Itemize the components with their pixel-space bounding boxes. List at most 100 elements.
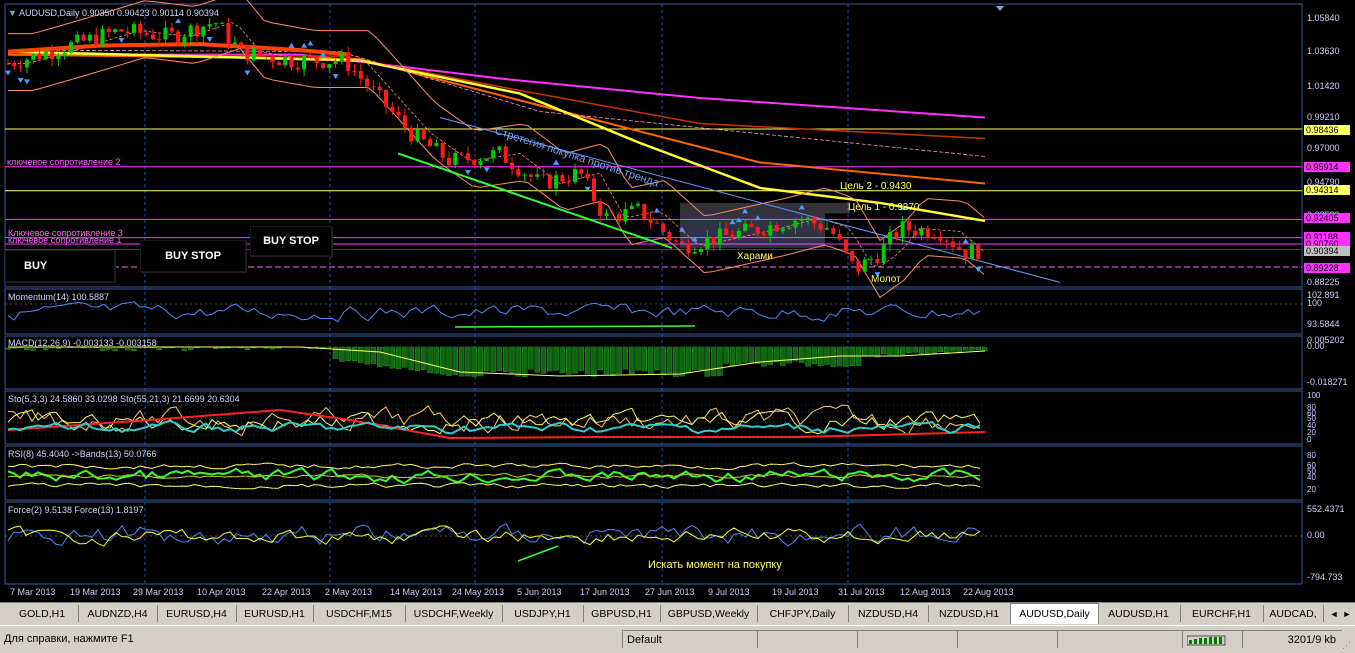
macd-histogram-bar <box>484 347 489 371</box>
candle-bull <box>485 159 489 161</box>
candle-bull <box>920 228 924 235</box>
candle-bear <box>12 64 16 67</box>
stoch-axis-label: 100 <box>1307 391 1321 400</box>
macd-histogram-bar <box>610 347 615 376</box>
candle-bull <box>31 53 35 59</box>
macd-histogram-bar <box>43 348 48 349</box>
chart-title: ▼ AUDUSD,Daily 0.90350 0.90423 0.90114 0… <box>8 8 219 18</box>
candle-bull <box>44 52 48 60</box>
candle-bear <box>353 71 357 72</box>
chart-tab[interactable]: AUDCAD, <box>1263 605 1324 622</box>
tab-scroll-left-icon[interactable]: ◄ <box>1328 607 1340 620</box>
price-axis-label: 0.97000 <box>1307 143 1340 153</box>
candle-bear <box>409 128 413 142</box>
candle-bear <box>308 56 312 57</box>
candle-bull <box>479 161 483 165</box>
macd-histogram-bar <box>963 347 968 350</box>
macd-histogram-bar <box>730 347 735 366</box>
time-axis-label: 22 Apr 2013 <box>262 587 311 597</box>
chart-tab[interactable]: EURUSD,H4 <box>157 605 237 622</box>
candle-bear <box>145 33 149 35</box>
chart-tab[interactable]: AUDNZD,H4 <box>78 605 158 622</box>
time-axis-label: 19 Jul 2013 <box>772 587 819 597</box>
macd-histogram-bar <box>516 347 521 376</box>
candle-bull <box>434 143 438 146</box>
candle-bull <box>768 225 772 235</box>
ma-orange <box>8 55 985 184</box>
macd-histogram-bar <box>106 348 111 349</box>
candle-bear <box>371 86 375 87</box>
price-tag-label: 0.92405 <box>1306 213 1339 223</box>
macd-histogram-bar <box>705 347 710 376</box>
chart-tab[interactable]: NZDUSD,H4 <box>848 605 929 622</box>
candle-bear <box>245 46 249 61</box>
macd-histogram-bar <box>528 347 533 369</box>
chart-tab[interactable]: GBPUSD,Weekly <box>660 605 758 622</box>
buy-stop-button-2[interactable]: BUY STOP <box>250 226 332 256</box>
candle-bear <box>756 227 760 233</box>
candle-bull <box>605 213 609 216</box>
buy-button[interactable]: BUY <box>5 250 115 282</box>
price-axis-label: 0.99210 <box>1307 112 1340 122</box>
macd-histogram-bar <box>869 347 874 356</box>
chart-tab[interactable]: USDCHF,Weekly <box>405 605 503 622</box>
chart-tab[interactable]: NZDUSD,H1 <box>928 605 1011 622</box>
range-box-top <box>680 203 850 213</box>
chart-tab[interactable]: CHFJPY,Daily <box>757 605 849 622</box>
fractal-arrow-icon <box>18 78 24 83</box>
candle-bull <box>636 204 640 206</box>
target-2-annotation: Цель 2 - 0.9430 <box>840 181 911 192</box>
candle-bull <box>705 237 709 249</box>
candle-bear <box>403 115 407 128</box>
chart-tab[interactable]: AUDUSD,Daily <box>1010 603 1099 624</box>
fractal-arrow-icon <box>118 38 124 43</box>
chart-tab[interactable]: EURUSD,H1 <box>236 605 314 622</box>
macd-histogram-bar <box>497 347 502 371</box>
candle-bull <box>302 56 306 69</box>
macd-histogram-bar <box>925 347 930 354</box>
chart-tab[interactable]: GBPUSD,H1 <box>583 605 661 622</box>
collapse-arrow-icon[interactable]: ▼ <box>8 8 17 18</box>
chart-tab[interactable]: GOLD,H1 <box>6 605 79 622</box>
momentum-trendline <box>455 326 695 327</box>
chart-tab[interactable]: AUDUSD,H1 <box>1097 605 1181 622</box>
macd-histogram-bar <box>636 347 641 370</box>
macd-histogram-bar <box>938 347 943 352</box>
macd-histogram-bar <box>421 347 426 370</box>
macd-histogram-bar <box>541 347 546 373</box>
candle-bear <box>126 32 130 33</box>
chart-tab[interactable]: USDCHF,M15 <box>313 605 406 622</box>
chart-canvas[interactable]: 1.058401.036301.014200.992100.970000.947… <box>0 0 1355 602</box>
chart-tab[interactable]: USDJPY,H1 <box>502 605 584 622</box>
candle-bear <box>857 261 861 272</box>
momentum-axis-label: 93.5844 <box>1307 319 1340 329</box>
candle-bear <box>598 201 602 216</box>
macd-histogram-bar <box>692 347 697 370</box>
candle-bull <box>699 249 703 252</box>
macd-histogram-bar <box>969 347 974 350</box>
fractal-arrow-icon <box>207 37 213 42</box>
candle-bear <box>264 55 268 56</box>
candle-bull <box>806 218 810 220</box>
chart-tab[interactable]: EURCHF,H1 <box>1180 605 1264 622</box>
resize-grip-icon[interactable]: ⋰ <box>1342 640 1353 651</box>
candle-bear <box>724 229 728 235</box>
macd-histogram-bar <box>447 347 452 376</box>
candle-bear <box>567 182 571 183</box>
tab-scroll-right-icon[interactable]: ► <box>1341 607 1353 620</box>
candle-bull <box>453 153 457 165</box>
candle-bear <box>838 234 842 239</box>
macd-histogram-bar <box>352 347 357 361</box>
buy-stop-button-1[interactable]: BUY STOP <box>140 240 246 272</box>
candle-bear <box>976 245 980 259</box>
macd-histogram-bar <box>774 347 779 362</box>
status-cell-2 <box>857 630 957 648</box>
candle-bear <box>548 175 552 189</box>
candle-bear <box>315 57 319 63</box>
chart-window[interactable]: 1.058401.036301.014200.992100.970000.947… <box>0 0 1355 602</box>
macd-histogram-bar <box>736 347 741 364</box>
macd-histogram-bar <box>346 347 351 361</box>
macd-histogram-bar <box>686 347 691 372</box>
candle-bull <box>630 206 634 209</box>
fractal-arrow-icon <box>553 160 559 165</box>
